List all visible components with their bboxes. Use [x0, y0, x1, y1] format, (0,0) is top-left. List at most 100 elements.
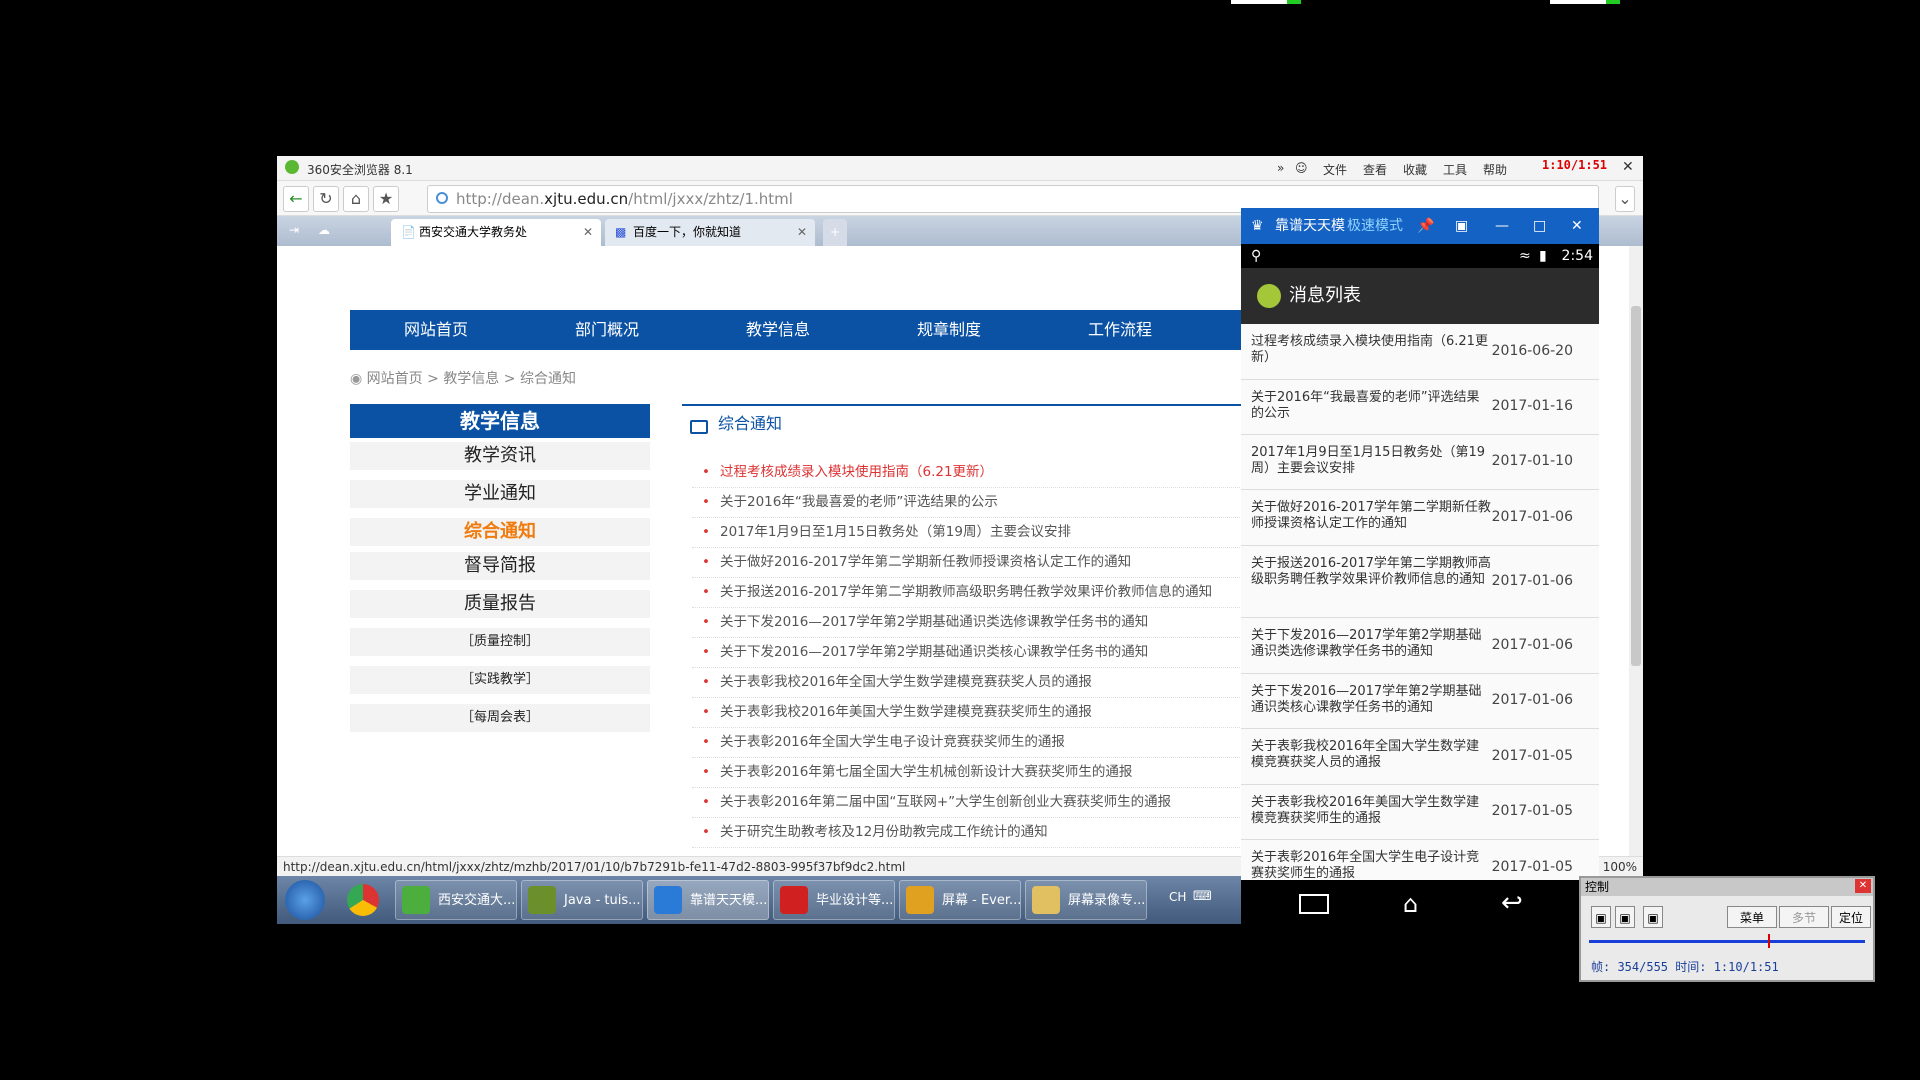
android-status-bar: ⚲ ≈ ▮ 2:54 [1241, 244, 1599, 268]
pin-icon[interactable]: 📌 [1417, 208, 1434, 244]
status-clock: 2:54 [1561, 248, 1593, 264]
sidebar-item-general[interactable]: 综合通知 [350, 518, 650, 546]
sidebar-item-weekly-meeting[interactable]: ［每周会表］ [350, 704, 650, 732]
dropdown-chevron-icon[interactable]: ⌄ [1615, 186, 1635, 212]
prev-frame-button[interactable]: ▣ [1591, 906, 1611, 928]
message-item[interactable]: 关于下发2016—2017学年第2学期基础通识类选修课教学任务书的通知 2017-… [1241, 618, 1599, 674]
android-app-bar: 消息列表 [1241, 268, 1599, 324]
sidebar-item-practice[interactable]: ［实践教学］ [350, 666, 650, 694]
back-button[interactable]: ← [283, 186, 309, 212]
android-robot-icon [1257, 284, 1281, 308]
menu-tools[interactable]: 工具 [1443, 161, 1467, 178]
recent-apps-icon[interactable] [1299, 894, 1329, 914]
message-list[interactable]: 过程考核成绩录入模块使用指南（6.21更新） 2016-06-20 关于2016年… [1241, 324, 1599, 880]
tab-close-icon[interactable]: ✕ [583, 219, 593, 246]
taskbar-item-recorder[interactable]: 屏幕录像专... [1025, 880, 1147, 920]
pause-button[interactable]: ▣ [1615, 906, 1635, 928]
scrollbar-thumb[interactable] [1631, 306, 1641, 666]
favorite-star-button[interactable]: ★ [373, 186, 399, 212]
android-emulator-window: ♛ 靠谱天天模 极速模式 📌 ▣ — □ ✕ ⚲ ≈ ▮ 2:54 消息列表 过… [1241, 208, 1599, 930]
message-item[interactable]: 关于表彰我校2016年美国大学生数学建模竞赛获奖师生的通报 2017-01-05 [1241, 785, 1599, 840]
tab-baidu[interactable]: ▩ 百度一下，你就知道 ✕ [605, 219, 815, 246]
recording-indicator-right [1550, 0, 1620, 4]
message-item[interactable]: 关于2016年“我最喜爱的老师”评选结果的公示 2017-01-16 [1241, 380, 1599, 435]
message-item[interactable]: 2017年1月9日至1月15日教务处（第19周）主要会议安排 2017-01-10 [1241, 435, 1599, 490]
nav-teaching-info[interactable]: 教学信息 [746, 310, 810, 350]
wifi-icon: ≈ [1519, 248, 1531, 264]
control-title: 控制 [1585, 880, 1610, 894]
taskbar-item-emulator[interactable]: 靠谱天天模... [647, 880, 769, 920]
breadcrumb: ◉ 网站首页 > 教学信息 > 综合通知 [350, 371, 576, 387]
more-chevron-icon[interactable]: » [1277, 161, 1284, 175]
breadcrumb-teaching-info[interactable]: 教学信息 [443, 371, 499, 387]
folder-icon [1032, 886, 1060, 914]
chrome-taskbar-icon[interactable] [347, 884, 379, 916]
next-frame-button[interactable]: ▣ [1643, 906, 1663, 928]
tab-close-icon[interactable]: ✕ [797, 219, 807, 246]
sidebar-item-quality-report[interactable]: 质量报告 [350, 590, 650, 618]
message-item[interactable]: 关于报送2016-2017学年第二学期教师高级职务聘任教学效果评价教师信息的通知… [1241, 546, 1599, 618]
sidebar-item-news[interactable]: 教学资讯 [350, 442, 650, 470]
tab-label: 百度一下，你就知道 [633, 225, 742, 239]
back-icon[interactable]: ↩ [1501, 888, 1523, 918]
home-button[interactable]: ⌂ [343, 186, 369, 212]
cloud-icon[interactable]: ☁ [313, 220, 335, 240]
message-item[interactable]: 关于做好2016-2017学年第二学期新任教师授课资格认定工作的通知 2017-0… [1241, 490, 1599, 546]
tab-xjtu[interactable]: 📄 西安交通大学教务处 ✕ [391, 219, 601, 246]
taskbar-item-thesis[interactable]: 毕业设计等... [773, 880, 895, 920]
sidebar-item-quality-control[interactable]: ［质量控制］ [350, 628, 650, 656]
nav-workflow[interactable]: 工作流程 [1088, 310, 1152, 350]
browser-titlebar: 360安全浏览器 8.1 » ☺ 文件 查看 收藏 工具 帮助 1:10/1:5… [277, 156, 1643, 181]
message-item[interactable]: 关于表彰我校2016年全国大学生数学建模竞赛获奖人员的通报 2017-01-05 [1241, 729, 1599, 785]
new-tab-button[interactable]: + [823, 219, 847, 246]
playback-position-marker[interactable] [1768, 934, 1771, 948]
page-icon: 📄 [401, 225, 416, 239]
site-main-nav: 网站首页 部门概况 教学信息 规章制度 工作流程 [350, 310, 1350, 350]
input-language[interactable]: CH [1169, 890, 1186, 904]
message-item[interactable]: 关于表彰2016年全国大学生电子设计竞赛获奖师生的通报 2017-01-05 [1241, 840, 1599, 880]
playback-progress-track[interactable] [1589, 934, 1865, 948]
emulator-mode[interactable]: 极速模式 [1347, 208, 1403, 244]
menu-help[interactable]: 帮助 [1483, 161, 1507, 178]
close-window-icon[interactable]: ✕ [1622, 159, 1634, 175]
control-close-icon[interactable]: ✕ [1855, 879, 1871, 893]
java-ide-icon [528, 886, 556, 914]
timer-overlay: 1:10/1:51 [1542, 158, 1608, 172]
sidebar-toggle-icon[interactable]: ⇥ [283, 220, 305, 240]
zoom-level[interactable]: 100% [1603, 857, 1637, 877]
nav-regulations[interactable]: 规章制度 [917, 310, 981, 350]
emulator-close-icon[interactable]: ✕ [1571, 208, 1583, 244]
message-item[interactable]: 关于下发2016—2017学年第2学期基础通识类核心课教学任务书的通知 2017-… [1241, 674, 1599, 729]
menu-favorites[interactable]: 收藏 [1403, 161, 1427, 178]
emulator-icon [654, 886, 682, 914]
search-icon: ⚲ [1251, 248, 1262, 264]
taskbar-item-java[interactable]: Java - tuis... [521, 880, 643, 920]
breadcrumb-current: 综合通知 [519, 371, 576, 387]
user-icon[interactable]: ☺ [1295, 161, 1308, 175]
nav-department[interactable]: 部门概况 [575, 310, 639, 350]
breadcrumb-home[interactable]: 网站首页 [367, 371, 423, 387]
search-icon [906, 886, 934, 914]
page-scrollbar[interactable] [1629, 246, 1643, 856]
keyboard-icon[interactable]: ⌨ [1193, 889, 1212, 904]
sidebar-item-supervision[interactable]: 督导简报 [350, 552, 650, 580]
url-path: /html/jxxx/zhtz/1.html [628, 190, 793, 208]
tab-label: 西安交通大学教务处 [419, 225, 528, 239]
taskbar-item-browser[interactable]: 西安交通大... [395, 880, 517, 920]
start-button[interactable] [285, 880, 325, 920]
taskbar-item-everything[interactable]: 屏幕 - Ever... [899, 880, 1021, 920]
minimize-icon[interactable]: — [1495, 208, 1509, 244]
control-titlebar: 控制 ✕ [1581, 878, 1873, 896]
sidebar-item-academic[interactable]: 学业通知 [350, 480, 650, 508]
menu-file[interactable]: 文件 [1323, 161, 1347, 178]
menu-button[interactable]: 菜单 [1727, 906, 1777, 928]
nav-home[interactable]: 网站首页 [404, 310, 468, 350]
locate-button[interactable]: 定位 [1831, 906, 1871, 928]
restore-icon[interactable]: ▣ [1455, 208, 1468, 244]
multi-section-button[interactable]: 多节 [1779, 906, 1829, 928]
message-item[interactable]: 过程考核成绩录入模块使用指南（6.21更新） 2016-06-20 [1241, 324, 1599, 380]
refresh-button[interactable]: ↻ [313, 186, 339, 212]
menu-view[interactable]: 查看 [1363, 161, 1387, 178]
home-icon[interactable]: ⌂ [1403, 890, 1418, 918]
maximize-icon[interactable]: □ [1533, 208, 1546, 244]
